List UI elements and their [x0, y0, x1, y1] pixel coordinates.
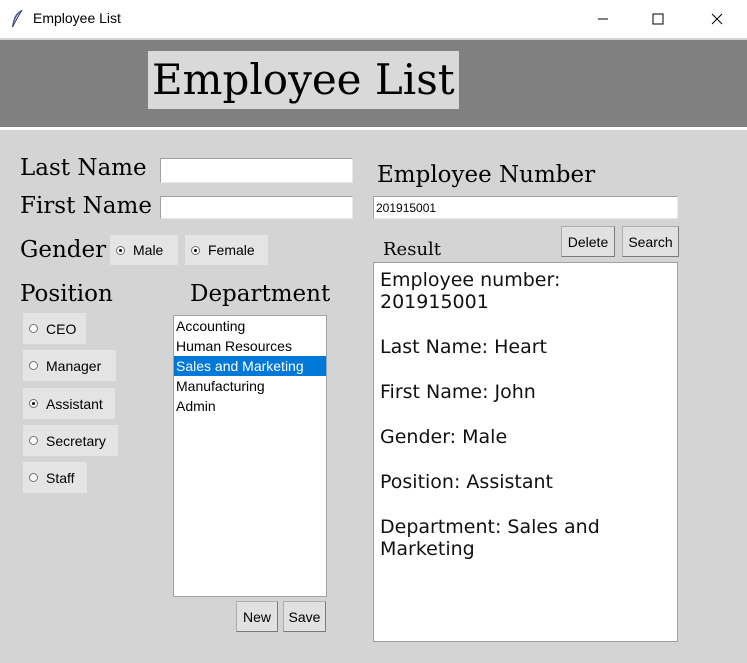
position-ceo-radio[interactable]: CEO	[23, 313, 86, 344]
employee-number-field[interactable]	[373, 196, 678, 219]
last-name-label: Last Name	[20, 155, 147, 181]
gender-male-label: Male	[133, 242, 164, 258]
last-name-field[interactable]	[160, 158, 353, 183]
result-line: Last Name: Heart	[380, 336, 547, 358]
position-manager-radio[interactable]: Manager	[23, 350, 116, 381]
window-title: Employee List	[33, 10, 121, 26]
close-icon	[711, 13, 723, 25]
result-line: First Name: John	[380, 381, 536, 403]
result-line: Employee number: 201915001	[380, 269, 567, 313]
list-item[interactable]: Admin	[174, 396, 326, 416]
title-bar: Employee List	[0, 0, 747, 38]
position-label: Position	[20, 281, 113, 307]
result-label: Result	[383, 239, 442, 260]
close-button[interactable]	[694, 0, 740, 38]
list-item-selected[interactable]: Sales and Marketing	[174, 356, 326, 376]
radio-checked-icon	[191, 245, 200, 255]
page-title: Employee List	[148, 51, 459, 109]
list-item[interactable]: Manufacturing	[174, 376, 326, 396]
position-manager-label: Manager	[46, 357, 102, 374]
feather-icon	[12, 9, 23, 28]
list-item[interactable]: Accounting	[174, 316, 326, 336]
first-name-field[interactable]	[160, 196, 353, 219]
employee-number-label: Employee Number	[377, 162, 596, 188]
radio-unchecked-icon	[29, 324, 38, 333]
new-button[interactable]: New	[236, 601, 278, 632]
radio-checked-icon	[116, 245, 125, 255]
search-button[interactable]: Search	[622, 226, 679, 257]
position-staff-label: Staff	[46, 469, 75, 486]
minimize-button[interactable]	[580, 0, 626, 38]
radio-checked-icon	[29, 399, 38, 408]
first-name-label: First Name	[20, 193, 152, 219]
result-line: Gender: Male	[380, 426, 508, 448]
gender-female-label: Female	[208, 242, 255, 258]
delete-button[interactable]: Delete	[561, 226, 615, 257]
department-label: Department	[190, 281, 331, 307]
radio-unchecked-icon	[29, 473, 38, 482]
maximize-button[interactable]	[635, 0, 681, 38]
result-line: Position: Assistant	[380, 471, 553, 493]
list-item[interactable]: Human Resources	[174, 336, 326, 356]
position-assistant-label: Assistant	[46, 395, 103, 412]
position-secretary-label: Secretary	[46, 432, 106, 449]
save-button[interactable]: Save	[283, 601, 326, 632]
position-staff-radio[interactable]: Staff	[23, 462, 87, 493]
department-listbox[interactable]: Accounting Human Resources Sales and Mar…	[173, 315, 327, 597]
position-assistant-radio[interactable]: Assistant	[23, 388, 115, 419]
position-ceo-label: CEO	[46, 320, 77, 337]
position-secretary-radio[interactable]: Secretary	[23, 425, 118, 456]
minimize-icon	[598, 18, 608, 20]
gender-male-radio[interactable]: Male	[110, 235, 178, 265]
result-text-area[interactable]: Employee number: 201915001 Last Name: He…	[373, 262, 678, 642]
radio-unchecked-icon	[29, 436, 38, 445]
gender-label: Gender	[20, 237, 107, 263]
gender-female-radio[interactable]: Female	[185, 235, 268, 265]
result-line: Department: Sales and Marketing	[380, 516, 606, 560]
maximize-icon	[652, 13, 664, 25]
radio-unchecked-icon	[29, 361, 38, 370]
